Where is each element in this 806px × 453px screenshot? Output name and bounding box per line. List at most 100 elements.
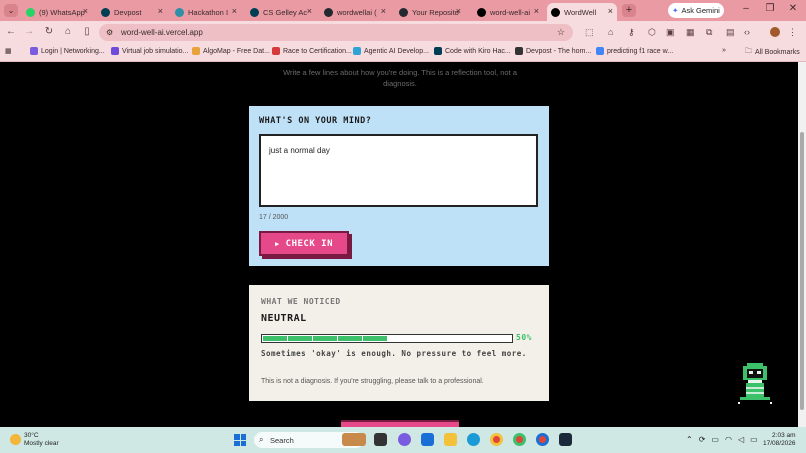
taskview-icon[interactable] — [374, 433, 387, 446]
tab-title: Hackathon I — [188, 7, 229, 17]
chrome-profile-icon[interactable] — [536, 433, 549, 446]
intro-text: Write a few lines about how you're doing… — [250, 67, 550, 89]
check-in-button[interactable]: ▶ CHECK IN — [259, 231, 349, 256]
extension-icon[interactable]: ⬡ — [648, 27, 656, 38]
tab-5[interactable]: Your Reposito × — [395, 3, 465, 21]
partial-button[interactable] — [341, 420, 459, 427]
apps-icon[interactable]: ▦ — [5, 47, 12, 55]
wifi-icon[interactable]: ◠ — [725, 435, 732, 444]
tab-4[interactable]: wordwellai ( × — [320, 3, 390, 21]
restore-button[interactable]: ❐ — [760, 3, 780, 14]
close-tab-icon[interactable]: × — [608, 6, 613, 16]
bookmark-label: AlgoMap - Free Dat... — [203, 47, 270, 55]
extension-icon[interactable]: ▤ — [726, 27, 735, 38]
tab-title: Devpost — [114, 7, 142, 17]
page-scrollbar[interactable] — [798, 62, 806, 427]
tab-title: wordwellai ( — [337, 7, 377, 17]
sync-icon[interactable]: ⟳ — [699, 435, 706, 444]
battery-icon[interactable]: ▭ — [750, 435, 758, 444]
mood-textarea[interactable]: just a normal day — [259, 134, 538, 207]
extension-icon[interactable]: ⚷ — [628, 27, 635, 38]
all-bookmarks-button[interactable]: 🗀 All Bookmarks — [745, 47, 800, 58]
profile-avatar[interactable] — [770, 27, 780, 37]
bookmark-label: Agentic AI Develop... — [364, 47, 429, 55]
mood-percent: 50% — [516, 333, 532, 342]
gemini-icon: ✦ — [672, 6, 679, 15]
file-explorer-icon[interactable] — [444, 433, 457, 446]
bookmark-item[interactable]: Virtual job simulatio... — [111, 47, 188, 55]
start-button[interactable] — [234, 434, 246, 446]
robot-mascot-icon[interactable] — [736, 361, 774, 406]
copilot-tray-icon[interactable]: ▭ — [711, 435, 719, 444]
bookmark-item[interactable]: Login | Networking... — [30, 47, 105, 55]
close-tab-icon[interactable]: × — [158, 6, 163, 16]
new-tab-button[interactable]: + — [622, 4, 636, 17]
widget-app-icon[interactable] — [342, 433, 366, 446]
more-bookmarks-icon[interactable]: » — [722, 47, 726, 54]
tab-7[interactable]: WordWell × — [547, 3, 617, 21]
menu-icon[interactable]: ⋮ — [788, 27, 797, 38]
close-window-button[interactable]: ✕ — [783, 3, 803, 14]
tab-2[interactable]: Hackathon I × — [171, 3, 241, 21]
noticed-label: WHAT WE NOTICED — [261, 297, 341, 306]
close-tab-icon[interactable]: × — [83, 6, 88, 16]
tab-search-button[interactable]: ⌄ — [4, 4, 18, 17]
bookmark-star-icon[interactable]: ☆ — [557, 27, 565, 38]
devtools-icon[interactable]: ‹› — [744, 27, 750, 37]
app-icon[interactable] — [559, 433, 572, 446]
bookmark-item[interactable]: Race to Certification... — [272, 47, 352, 55]
site-info-icon[interactable]: ⚙ — [106, 28, 113, 37]
bookmark-item[interactable]: Code with Kiro Hac... — [434, 47, 511, 55]
devpost-icon — [250, 7, 259, 17]
tab-6[interactable]: word-well-ai × — [473, 3, 543, 21]
disclaimer-text: This is not a diagnosis. If you're strug… — [261, 378, 484, 385]
bookmark-item[interactable]: AlgoMap - Free Dat... — [192, 47, 270, 55]
store-icon[interactable] — [421, 433, 434, 446]
address-bar[interactable]: ⚙ word-well-ai.vercel.app ☆ — [99, 24, 573, 41]
reload-button[interactable]: ↻ — [42, 26, 56, 37]
hackathon-icon — [175, 7, 184, 17]
scrollbar-thumb[interactable] — [800, 132, 804, 410]
check-in-label: CHECK IN — [285, 238, 334, 249]
bookmark-item[interactable]: Devpost - The hom... — [515, 47, 591, 55]
volume-icon[interactable]: ◁ — [738, 435, 744, 444]
windows-taskbar: 30°C Mostly clear ⌕ Search ⌃ ⟳ ▭ ◠ ◁ ▭ 2… — [0, 427, 806, 453]
extension-icon[interactable]: ▦ — [686, 27, 695, 38]
tab-3[interactable]: CS Gelley Ac × — [246, 3, 316, 21]
ask-gemini-button[interactable]: ✦ Ask Gemini — [668, 3, 724, 18]
chrome-profile-icon[interactable] — [513, 433, 526, 446]
tab-0[interactable]: (9) WhatsApp × — [22, 3, 92, 21]
close-tab-icon[interactable]: × — [456, 6, 461, 16]
extension-icon[interactable]: ⌂ — [608, 27, 613, 37]
chevron-up-icon[interactable]: ⌃ — [686, 435, 693, 444]
close-tab-icon[interactable]: × — [307, 6, 312, 16]
edge-icon[interactable] — [467, 433, 480, 446]
intro-line-1: Write a few lines about how you're doing… — [283, 68, 517, 77]
side-panel-button[interactable]: ▯ — [80, 26, 94, 37]
clock[interactable]: 2:03 am 17/08/2026 — [763, 432, 796, 448]
copilot-icon[interactable] — [398, 433, 411, 446]
extension-icon[interactable]: ⬚ — [585, 27, 594, 38]
minimize-button[interactable]: – — [736, 3, 756, 14]
close-tab-icon[interactable]: × — [534, 6, 539, 16]
close-tab-icon[interactable]: × — [381, 6, 386, 16]
bookmark-favicon-icon — [434, 47, 442, 55]
devpost-icon — [101, 7, 110, 17]
bookmark-item[interactable]: predicting f1 race w... — [596, 47, 673, 55]
progress-segment — [288, 336, 312, 341]
back-button[interactable]: ← — [4, 26, 18, 37]
bookmark-favicon-icon — [192, 47, 200, 55]
forward-button[interactable]: → — [22, 26, 36, 37]
bookmark-favicon-icon — [111, 47, 119, 55]
tab-1[interactable]: Devpost × — [97, 3, 167, 21]
home-button[interactable]: ⌂ — [61, 26, 75, 37]
weather-widget[interactable]: 30°C Mostly clear — [10, 432, 59, 448]
close-tab-icon[interactable]: × — [232, 6, 237, 16]
search-icon: ⌕ — [259, 435, 264, 444]
extension-icon[interactable]: ▣ — [666, 27, 675, 38]
extension-icon[interactable]: ⧉ — [706, 27, 712, 38]
progress-segment — [363, 336, 387, 341]
bookmark-item[interactable]: Agentic AI Develop... — [353, 47, 429, 55]
folder-icon: 🗀 — [745, 48, 752, 55]
chrome-icon[interactable] — [490, 433, 503, 446]
